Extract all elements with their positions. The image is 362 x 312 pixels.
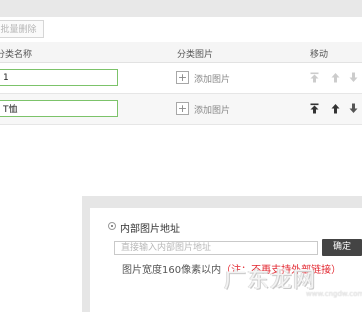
category-name-input[interactable] bbox=[0, 100, 118, 117]
move-down-icon[interactable] bbox=[348, 103, 359, 114]
watermark-url: www.cngdw.com bbox=[306, 290, 362, 298]
move-controls bbox=[309, 103, 361, 115]
table-row: + 添加图片 bbox=[0, 94, 362, 125]
confirm-button[interactable]: 确定 bbox=[322, 239, 362, 256]
move-to-top-icon[interactable] bbox=[309, 72, 320, 83]
table-row: + 添加图片 bbox=[0, 63, 362, 94]
move-up-icon[interactable] bbox=[330, 103, 341, 114]
move-to-top-icon[interactable] bbox=[309, 103, 320, 114]
batch-delete-button[interactable]: 批量删除 bbox=[0, 20, 44, 38]
watermark-logo: 广东龙网 bbox=[224, 268, 317, 293]
add-image-label: 添加图片 bbox=[194, 106, 231, 116]
image-url-input[interactable] bbox=[114, 241, 318, 255]
add-image-label: 添加图片 bbox=[194, 75, 231, 85]
internal-image-radio[interactable] bbox=[108, 222, 116, 230]
header-category-image: 分类图片 bbox=[177, 50, 214, 60]
move-down-icon[interactable] bbox=[348, 72, 359, 83]
plus-icon: + bbox=[176, 71, 189, 84]
plus-icon: + bbox=[176, 102, 189, 115]
header-move: 移动 bbox=[310, 50, 329, 60]
move-up-icon[interactable] bbox=[330, 72, 341, 83]
image-size-hint: 图片宽度160像素以内 bbox=[122, 265, 222, 276]
top-bar bbox=[0, 0, 362, 17]
move-controls bbox=[309, 72, 361, 84]
category-name-input[interactable] bbox=[0, 69, 118, 86]
internal-image-radio-label: 内部图片地址 bbox=[120, 224, 180, 235]
table-header: 分类名称 分类图片 移动 bbox=[0, 42, 362, 63]
header-category-name: 分类名称 bbox=[0, 50, 33, 60]
